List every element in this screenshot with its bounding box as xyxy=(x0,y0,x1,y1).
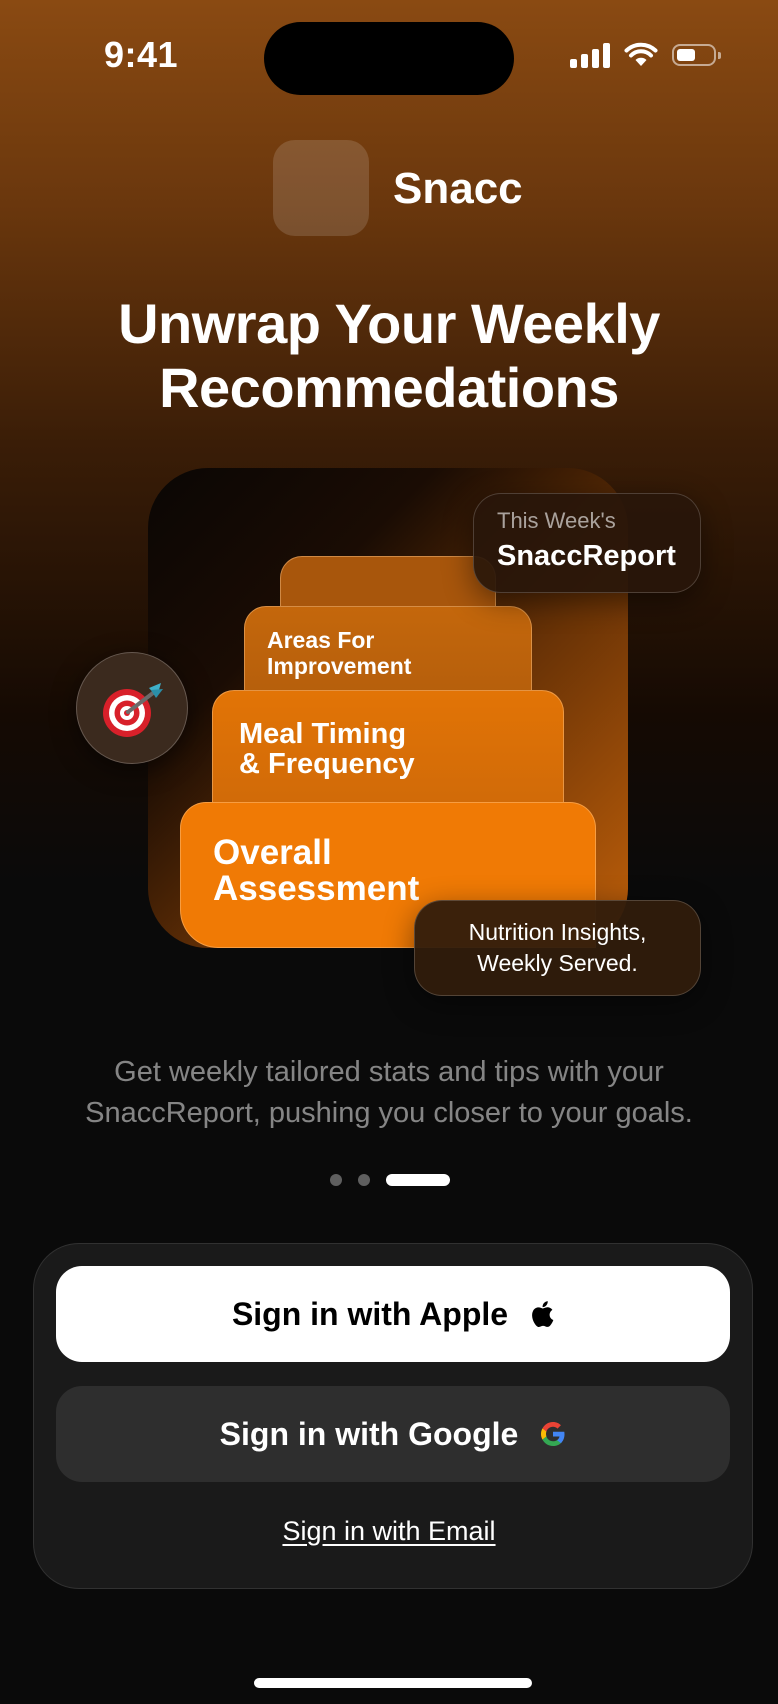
card-overall-line-1: Overall xyxy=(213,833,332,872)
wifi-icon xyxy=(624,42,658,66)
sign-in-apple-label: Sign in with Apple xyxy=(231,1295,509,1332)
card-meal-timing: Meal Timing & Frequency xyxy=(212,690,564,810)
dynamic-island xyxy=(264,22,514,95)
card-areas-line-2: Improvement xyxy=(267,653,412,679)
home-indicator[interactable] xyxy=(254,1678,532,1688)
status-icons xyxy=(570,42,721,68)
week-label: This Week's xyxy=(497,508,616,533)
status-time: 9:41 xyxy=(104,34,179,75)
insights-pill: Nutrition Insights, Weekly Served. xyxy=(414,900,701,996)
cellular-signal-icon xyxy=(570,42,610,68)
card-areas-line-1: Areas For xyxy=(267,627,375,653)
page-title: Unwrap Your Weekly Recommedations xyxy=(0,292,778,420)
app-name: Snacc xyxy=(393,164,523,213)
sign-in-google-label: Sign in with Google xyxy=(219,1415,519,1452)
dart-target-icon xyxy=(103,683,163,737)
description-text: Get weekly tailored stats and tips with … xyxy=(40,1052,738,1134)
card-meal-line-1: Meal Timing xyxy=(239,718,407,750)
page-dot-2[interactable] xyxy=(358,1174,370,1186)
page-dot-3-active[interactable] xyxy=(386,1174,450,1186)
apple-icon xyxy=(532,1301,554,1327)
description-line-1: Get weekly tailored stats and tips with … xyxy=(114,1056,664,1088)
page-dot-1[interactable] xyxy=(330,1174,342,1186)
headline-line-1: Unwrap Your Weekly xyxy=(118,292,660,355)
insights-line-2: Weekly Served. xyxy=(477,950,638,976)
sign-in-apple-button[interactable]: Sign in with Apple xyxy=(56,1266,730,1362)
description-line-2: SnaccReport, pushing you closer to your … xyxy=(85,1097,693,1129)
page-indicator xyxy=(330,1174,450,1186)
report-label: SnaccReport xyxy=(497,540,676,572)
target-badge xyxy=(76,652,188,764)
weekly-report-pill: This Week's SnaccReport xyxy=(473,493,701,593)
insights-line-1: Nutrition Insights, xyxy=(468,919,647,945)
sign-in-email-link[interactable]: Sign in with Email xyxy=(0,1516,778,1547)
headline-line-2: Recommedations xyxy=(159,356,619,419)
card-meal-line-2: & Frequency xyxy=(239,748,415,780)
google-icon xyxy=(541,1422,565,1446)
sign-in-google-button[interactable]: Sign in with Google xyxy=(56,1386,730,1482)
app-logo xyxy=(273,140,369,236)
battery-icon xyxy=(672,44,721,66)
